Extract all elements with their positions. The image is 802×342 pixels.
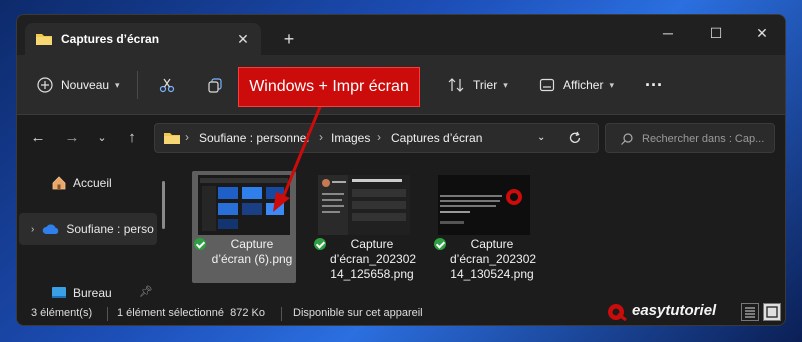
new-button[interactable]: Nouveau ▾ — [37, 73, 120, 97]
breadcrumb-separator-icon: › — [185, 130, 189, 144]
file-list: Capture d’écran (6).png Capture d’écran_… — [172, 161, 785, 301]
file-item[interactable]: Capture d’écran_202302 14_130524.png — [432, 171, 536, 283]
sidebar-item-label: Bureau — [73, 286, 112, 300]
breadcrumb-separator-icon: › — [377, 130, 381, 144]
sidebar-item-home[interactable]: Accueil — [19, 167, 157, 199]
tab-captures[interactable]: Captures d’écran ✕ — [25, 23, 261, 55]
item-count: 3 élément(s) — [31, 307, 93, 319]
cut-button[interactable] — [159, 73, 175, 97]
breadcrumb-separator-icon: › — [319, 130, 323, 144]
new-tab-button[interactable]: + — [279, 29, 299, 49]
minimize-button[interactable]: ─ — [653, 23, 683, 43]
file-thumbnail — [438, 175, 530, 235]
sidebar-scrollbar[interactable] — [162, 181, 165, 229]
back-arrow-icon[interactable]: ← — [27, 127, 49, 149]
search-box[interactable] — [605, 123, 775, 153]
availability-status: Disponible sur cet appareil — [293, 307, 423, 319]
pin-icon[interactable]: 📌︎ — [139, 285, 153, 298]
search-input[interactable] — [642, 130, 770, 148]
sync-check-icon — [434, 238, 446, 250]
close-window-button[interactable]: ✕ — [747, 23, 777, 43]
sort-icon — [448, 78, 464, 92]
scissors-icon — [159, 78, 175, 93]
sidebar-item-label: Soufiane : perso — [66, 222, 154, 236]
large-icons-view-button[interactable] — [763, 303, 781, 321]
view-button-label: Afficher — [563, 78, 604, 92]
file-thumbnail — [318, 175, 410, 235]
tiles-view-icon — [766, 306, 778, 318]
view-button[interactable]: Afficher ▾ — [539, 73, 614, 97]
screenshot-thumbnail-image — [318, 175, 410, 235]
search-icon — [621, 133, 633, 145]
brand-watermark: easytutoriel — [632, 302, 717, 319]
tab-bar: Captures d’écran ✕ + ─ ☐ ✕ — [17, 15, 785, 55]
screenshot-thumbnail-image — [438, 175, 530, 235]
home-icon — [52, 176, 66, 190]
up-arrow-icon[interactable]: ↑ — [121, 127, 143, 149]
file-item[interactable]: Capture d’écran_202302 14_125658.png — [312, 171, 416, 283]
maximize-button[interactable]: ☐ — [701, 23, 731, 43]
list-view-icon — [745, 307, 755, 318]
chevron-down-icon: ▾ — [115, 79, 120, 90]
expand-chevron-icon[interactable]: › — [31, 224, 34, 235]
file-name: Capture d’écran_202302 14_125658.png — [314, 237, 416, 282]
sort-button[interactable]: Trier ▾ — [447, 73, 508, 97]
breadcrumb-item[interactable]: Captures d’écran — [391, 131, 482, 145]
forward-arrow-icon[interactable]: → — [61, 127, 83, 149]
tab-title: Captures d’écran — [61, 32, 160, 46]
breadcrumb-item[interactable]: Soufiane : personnel — [199, 131, 309, 145]
file-item[interactable]: Capture d’écran (6).png — [192, 171, 296, 283]
folder-icon — [164, 133, 180, 144]
file-thumbnail — [198, 175, 290, 235]
sort-button-label: Trier — [473, 78, 498, 92]
copy-button[interactable] — [207, 73, 223, 97]
status-divider — [107, 307, 108, 321]
chevron-down-icon: ▾ — [609, 79, 614, 90]
refresh-icon[interactable] — [568, 131, 582, 145]
sync-check-icon — [194, 238, 206, 250]
details-view-button[interactable] — [741, 303, 759, 321]
selection-info: 1 élément sélectionné 872 Ko — [117, 307, 265, 319]
file-explorer-window: Captures d’écran ✕ + ─ ☐ ✕ Nouveau ▾ Tri… — [16, 14, 786, 326]
easytutoriel-logo-icon — [608, 304, 627, 322]
onedrive-cloud-icon — [43, 224, 59, 234]
shortcut-callout: Windows + Impr écran — [238, 67, 420, 107]
navigation-row: ← → ⌄ ↑ › Soufiane : personnel › Images … — [17, 115, 785, 161]
view-icon — [539, 78, 555, 92]
breadcrumb-item[interactable]: Images — [331, 131, 370, 145]
recent-locations-chevron-icon[interactable]: ⌄ — [91, 127, 113, 149]
copy-icon — [208, 78, 222, 93]
screenshot-thumbnail-image — [198, 175, 290, 235]
tab-close-icon[interactable]: ✕ — [233, 29, 253, 49]
toolbar-divider — [137, 71, 138, 99]
chevron-down-icon: ▾ — [503, 79, 508, 90]
sync-check-icon — [314, 238, 326, 250]
more-options-button[interactable]: ··· — [645, 73, 663, 97]
navigation-pane: Accueil › Soufiane : perso Bureau 📌︎ — [17, 161, 167, 301]
new-button-label: Nouveau — [61, 78, 110, 92]
plus-circle-icon — [37, 77, 53, 93]
status-divider — [281, 307, 282, 321]
sidebar-item-label: Accueil — [73, 176, 112, 190]
desktop-icon — [52, 287, 66, 298]
folder-icon — [36, 34, 52, 45]
file-name: Capture d’écran_202302 14_130524.png — [434, 237, 536, 282]
sidebar-item-onedrive[interactable]: › Soufiane : perso — [19, 213, 157, 245]
address-bar[interactable]: › Soufiane : personnel › Images › Captur… — [154, 123, 599, 153]
file-name: Capture d’écran (6).png — [194, 237, 294, 267]
address-dropdown-chevron-icon[interactable]: ⌄ — [537, 132, 545, 143]
